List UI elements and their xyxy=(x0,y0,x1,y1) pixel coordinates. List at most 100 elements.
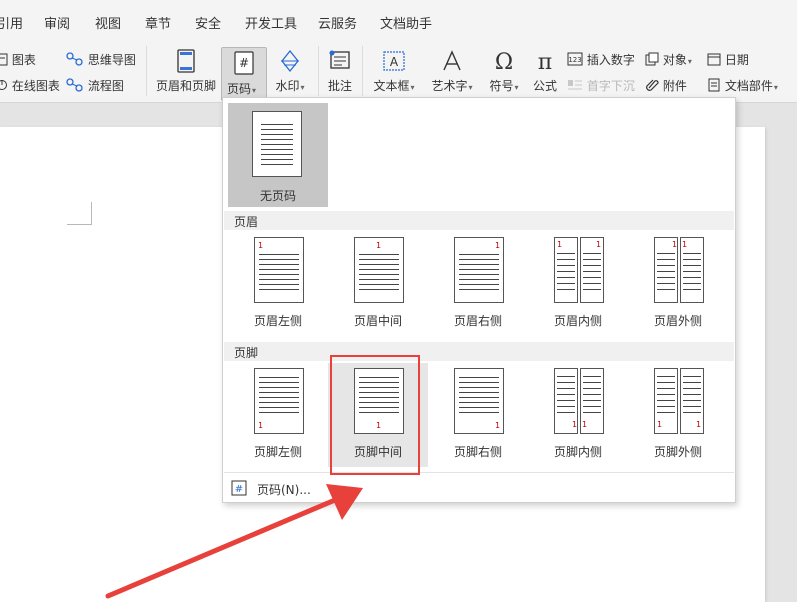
svg-text:Ω: Ω xyxy=(495,50,513,73)
comment-button[interactable]: 批注 xyxy=(322,49,358,94)
header-center-option[interactable]: 1 页眉中间 xyxy=(328,232,428,336)
online-chart-button[interactable]: 在线图表 xyxy=(0,77,60,94)
doc-parts-label: 文档部件▾ xyxy=(724,79,778,93)
symbol-button[interactable]: Ω 符号▾ xyxy=(484,49,524,94)
header-left-option[interactable]: 1 页眉左侧 xyxy=(228,232,328,336)
omega-icon: Ω xyxy=(495,50,513,73)
object-label: 对象▾ xyxy=(662,53,692,67)
highlight-box xyxy=(330,355,420,475)
wordart-label: 艺术字▾ xyxy=(431,79,473,93)
tab-references[interactable]: 引用 xyxy=(0,13,23,32)
mindmap-label: 思维导图 xyxy=(87,53,136,67)
page-number-digit: 1 xyxy=(696,420,702,429)
flowchart-button[interactable]: 流程图 xyxy=(66,77,124,94)
header-outside-option[interactable]: 1 1 页眉外侧 xyxy=(628,232,728,336)
header-footer-label: 页眉和页脚 xyxy=(155,79,216,93)
no-page-number-label: 无页码 xyxy=(259,189,296,203)
ribbon-divider xyxy=(318,46,319,96)
calendar-icon xyxy=(707,53,721,66)
ribbon-divider xyxy=(146,46,147,96)
page-number-icon: # xyxy=(231,480,247,496)
tab-cloud[interactable]: 云服务 xyxy=(318,13,357,32)
flowchart-label: 流程图 xyxy=(87,79,124,93)
page-number-digit: 1 xyxy=(596,240,602,249)
footer-inside-option[interactable]: 1 1 页脚内侧 xyxy=(528,363,628,467)
svg-text:#: # xyxy=(239,56,249,70)
header-right-option[interactable]: 1 页眉右侧 xyxy=(428,232,528,336)
page-number-label: 页码▾ xyxy=(227,82,257,96)
tab-doc-assistant[interactable]: 文档助手 xyxy=(380,13,432,32)
svg-text:123: 123 xyxy=(568,56,581,64)
formula-label: 公式 xyxy=(532,79,557,93)
chart-button[interactable]: 图表 xyxy=(0,51,36,68)
page-number-digit: 1 xyxy=(572,420,578,429)
online-chart-icon xyxy=(0,80,7,90)
paperclip-icon xyxy=(646,79,659,91)
mindmap-button[interactable]: 思维导图 xyxy=(66,51,136,68)
drop-cap-button[interactable]: 首字下沉 xyxy=(567,77,635,94)
footer-outside-option[interactable]: 1 1 页脚外侧 xyxy=(628,363,728,467)
menu-divider xyxy=(224,472,734,473)
no-page-number-option[interactable]: 无页码 xyxy=(228,103,328,207)
page-number-icon: # xyxy=(234,51,254,75)
page-number-digit: 1 xyxy=(657,420,663,429)
header-inside-option[interactable]: 1 1 页眉内侧 xyxy=(528,232,628,336)
page-number-button[interactable]: # 页码▾ xyxy=(221,47,267,101)
wordart-button[interactable]: 艺术字▾ xyxy=(426,49,478,94)
header-left-label: 页眉左侧 xyxy=(253,314,302,328)
online-chart-label: 在线图表 xyxy=(11,79,60,93)
doc-parts-icon xyxy=(708,78,720,92)
margin-corner-mark xyxy=(91,202,92,225)
page-thumbnail xyxy=(252,111,302,177)
textbox-label: 文本框▾ xyxy=(373,79,415,93)
watermark-button[interactable]: 水印▾ xyxy=(270,49,310,94)
page-number-digit: 1 xyxy=(258,421,264,430)
drop-cap-icon xyxy=(568,80,582,90)
tab-review[interactable]: 审阅 xyxy=(44,13,70,32)
insert-number-button[interactable]: 123 插入数字 xyxy=(567,51,635,68)
attachment-button[interactable]: 附件 xyxy=(645,77,687,94)
ribbon-divider xyxy=(362,46,363,96)
comment-label: 批注 xyxy=(327,79,352,93)
flowchart-icon xyxy=(66,78,83,92)
page-spread-thumbnail: 1 1 xyxy=(554,368,604,434)
textbox-button[interactable]: A 文本框▾ xyxy=(368,49,420,94)
drop-cap-label: 首字下沉 xyxy=(586,79,635,93)
object-icon xyxy=(645,52,659,66)
page-number-gallery: 无页码 页眉 1 页眉左侧 1 页眉中间 1 页眉右侧 1 1 页眉内侧 1 1… xyxy=(222,97,736,503)
date-button[interactable]: 日期 xyxy=(707,51,749,68)
page-number-digit: 1 xyxy=(682,240,688,249)
margin-corner-mark xyxy=(67,224,91,225)
wordart-icon xyxy=(443,50,461,71)
page-spread-thumbnail: 1 1 xyxy=(654,237,704,303)
object-button[interactable]: 对象▾ xyxy=(645,51,692,68)
date-label: 日期 xyxy=(724,53,749,67)
insert-number-icon: 123 xyxy=(567,52,583,66)
footer-left-label: 页脚左侧 xyxy=(253,445,302,459)
mindmap-icon xyxy=(66,52,83,66)
tab-section[interactable]: 章节 xyxy=(145,13,171,32)
page-thumbnail: 1 xyxy=(254,368,304,434)
page-number-digit: 1 xyxy=(376,241,382,250)
footer-section-title: 页脚 xyxy=(224,342,734,361)
doc-parts-button[interactable]: 文档部件▾ xyxy=(707,77,778,94)
svg-text:A: A xyxy=(390,55,399,69)
page-thumbnail: 1 xyxy=(254,237,304,303)
tab-security[interactable]: 安全 xyxy=(195,13,221,32)
svg-text:#: # xyxy=(235,484,243,495)
header-right-label: 页眉右侧 xyxy=(453,314,502,328)
header-footer-button[interactable]: 页眉和页脚 xyxy=(154,49,218,94)
tab-developer[interactable]: 开发工具 xyxy=(245,13,297,32)
formula-button[interactable]: π 公式 xyxy=(528,49,562,94)
tab-view[interactable]: 视图 xyxy=(95,13,121,32)
footer-right-label: 页脚右侧 xyxy=(453,445,502,459)
footer-right-option[interactable]: 1 页脚右侧 xyxy=(428,363,528,467)
footer-inside-label: 页脚内侧 xyxy=(553,445,602,459)
footer-outside-label: 页脚外侧 xyxy=(653,445,702,459)
insert-number-label: 插入数字 xyxy=(586,53,635,67)
watermark-label: 水印▾ xyxy=(275,79,305,93)
page-thumbnail: 1 xyxy=(454,368,504,434)
footer-left-option[interactable]: 1 页脚左侧 xyxy=(228,363,328,467)
comment-icon xyxy=(329,50,350,69)
header-section-title: 页眉 xyxy=(224,211,734,230)
